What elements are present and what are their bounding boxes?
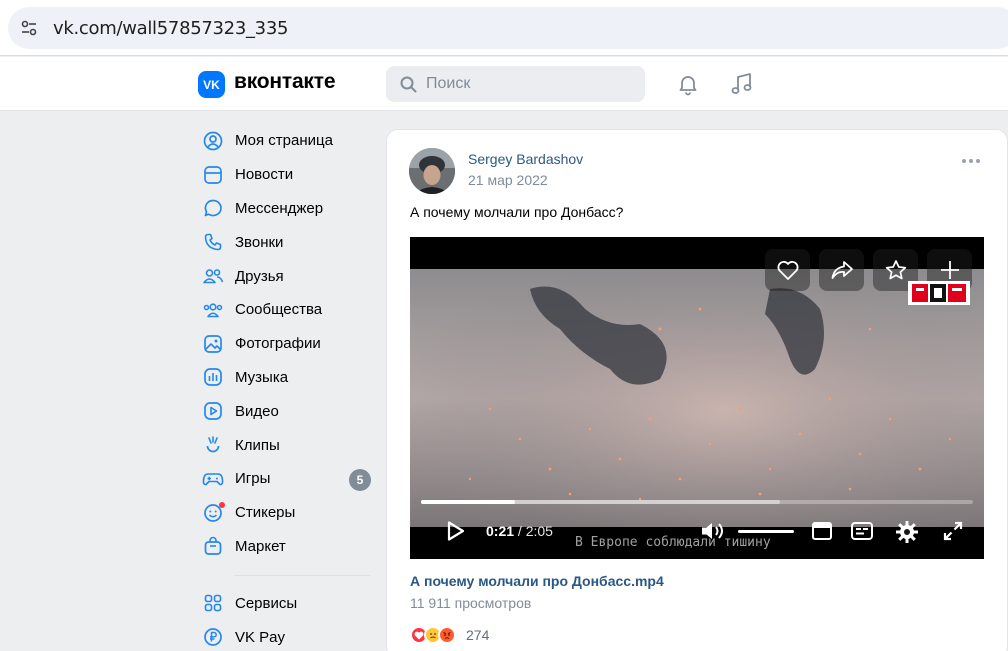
sidebar-item-label: Маркет: [235, 537, 286, 555]
communities-icon: [201, 298, 225, 322]
sidebar-item-label: Музыка: [235, 368, 289, 386]
music-icon: [201, 365, 225, 389]
sidebar-item-music[interactable]: Музыка: [198, 361, 378, 395]
news-icon: [201, 163, 225, 187]
sidebar-item-video[interactable]: Видео: [198, 394, 378, 428]
music-note-icon[interactable]: [729, 71, 755, 97]
address-bar[interactable]: vk.com/wall57857323_335: [8, 7, 1008, 49]
video-time: 0:21 / 2:05: [486, 523, 553, 539]
video-frame[interactable]: [410, 269, 984, 527]
share-video-button[interactable]: [819, 249, 864, 291]
photo-icon: [201, 332, 225, 356]
reactions-count: 274: [466, 627, 490, 643]
author-avatar[interactable]: [409, 148, 455, 194]
sidebar-item-label: Звонки: [235, 233, 284, 251]
volume-icon[interactable]: [700, 520, 726, 542]
sidebar-item-my-page[interactable]: Моя страница: [198, 124, 378, 158]
angry-reaction-icon: [438, 626, 456, 644]
sidebar-item-label: Мессенджер: [235, 199, 324, 217]
subtitles-icon[interactable]: [850, 520, 874, 542]
sidebar-item-label: Фотографии: [235, 335, 321, 353]
search-box[interactable]: [386, 66, 645, 102]
play-icon[interactable]: [446, 520, 466, 542]
video-player[interactable]: 0:21 / 2:05 В Европе соблюдали тишину: [410, 237, 984, 559]
market-bag-icon: [201, 534, 225, 558]
clips-icon: [201, 433, 225, 457]
games-count-badge: 5: [349, 468, 371, 491]
sidebar-divider: [234, 575, 370, 577]
post-reactions[interactable]: 274: [410, 626, 489, 644]
sidebar-item-messenger[interactable]: Мессенджер: [198, 192, 378, 226]
sidebar-item-friends[interactable]: Друзья: [198, 259, 378, 293]
post-text: А почему молчали про Донбасс?: [410, 204, 624, 220]
sidebar-item-label: Видео: [235, 402, 279, 420]
sidebar-item-services[interactable]: Сервисы: [198, 586, 378, 620]
search-input[interactable]: [426, 66, 636, 102]
video-progress-fill: [421, 500, 515, 504]
vk-brand[interactable]: вконтакте: [234, 70, 335, 94]
sidebar-item-label: Сообщества: [235, 301, 323, 319]
phone-icon: [201, 230, 225, 254]
sidebar-item-label: Моя страница: [235, 132, 333, 150]
vk-header: VK вконтакте: [0, 57, 1008, 111]
bell-icon[interactable]: [676, 72, 700, 96]
more-options-icon[interactable]: [961, 158, 981, 164]
star-icon: [885, 260, 906, 280]
video-title-link[interactable]: А почему молчали про Донбасс.mp4: [410, 573, 664, 589]
plus-icon: [940, 261, 959, 279]
search-icon: [400, 76, 417, 93]
settings-gear-icon[interactable]: [895, 520, 919, 544]
friends-icon: [201, 264, 225, 288]
current-time: 0:21: [486, 523, 515, 539]
sidebar-item-communities[interactable]: Сообщества: [198, 293, 378, 327]
vk-logo-letter: VK: [203, 78, 220, 92]
sidebar-item-photos[interactable]: Фотографии: [198, 327, 378, 361]
sidebar-item-label: VK Pay: [235, 628, 286, 646]
time-separator: /: [514, 523, 526, 539]
left-sidebar: Моя страница Новости Мессенджер Звонки Д…: [198, 124, 378, 651]
sticker-icon: [201, 501, 225, 525]
sidebar-item-vk-pay[interactable]: VK Pay: [198, 620, 378, 651]
sidebar-item-calls[interactable]: Звонки: [198, 225, 378, 259]
video-subtitle: В Европе соблюдали тишину: [575, 535, 771, 550]
video-progress-bar[interactable]: [421, 500, 973, 504]
mini-player-icon[interactable]: [811, 520, 833, 542]
fullscreen-icon[interactable]: [942, 520, 964, 542]
post-date[interactable]: 21 мар 2022: [468, 172, 548, 188]
sidebar-item-market[interactable]: Маркет: [198, 530, 378, 564]
sidebar-item-label: Сервисы: [235, 594, 298, 612]
sidebar-item-games[interactable]: Игры 5: [198, 462, 378, 496]
volume-slider[interactable]: [738, 530, 794, 533]
sidebar-item-stickers[interactable]: Стикеры: [198, 496, 378, 530]
url-text[interactable]: vk.com/wall57857323_335: [53, 18, 288, 39]
message-icon: [201, 196, 225, 220]
channel-watermark-logo: [908, 281, 970, 305]
ruble-icon: [201, 625, 225, 649]
site-settings-icon[interactable]: [20, 19, 38, 37]
vk-logo[interactable]: VK: [198, 71, 225, 98]
sidebar-item-clips[interactable]: Клипы: [198, 428, 378, 462]
sidebar-item-label: Друзья: [235, 267, 284, 285]
sidebar-item-news[interactable]: Новости: [198, 158, 378, 192]
sidebar-item-label: Стикеры: [235, 504, 296, 522]
user-circle-icon: [201, 129, 225, 153]
wall-post: Sergey Bardashov 21 мар 2022 А почему мо…: [386, 129, 1008, 651]
gamepad-icon: [201, 467, 225, 491]
author-name[interactable]: Sergey Bardashov: [468, 151, 583, 167]
sidebar-item-label: Клипы: [235, 436, 280, 454]
services-icon: [201, 591, 225, 615]
heart-icon: [777, 261, 798, 280]
sidebar-item-label: Новости: [235, 166, 294, 184]
new-dot-indicator: [219, 501, 225, 508]
sidebar-item-label: Игры: [235, 470, 271, 488]
video-views: 11 911 просмотров: [410, 595, 532, 611]
video-duration: 2:05: [525, 523, 553, 539]
share-icon: [831, 261, 853, 279]
video-icon: [201, 399, 225, 423]
like-video-button[interactable]: [765, 249, 810, 291]
browser-toolbar: vk.com/wall57857323_335: [0, 0, 1008, 56]
